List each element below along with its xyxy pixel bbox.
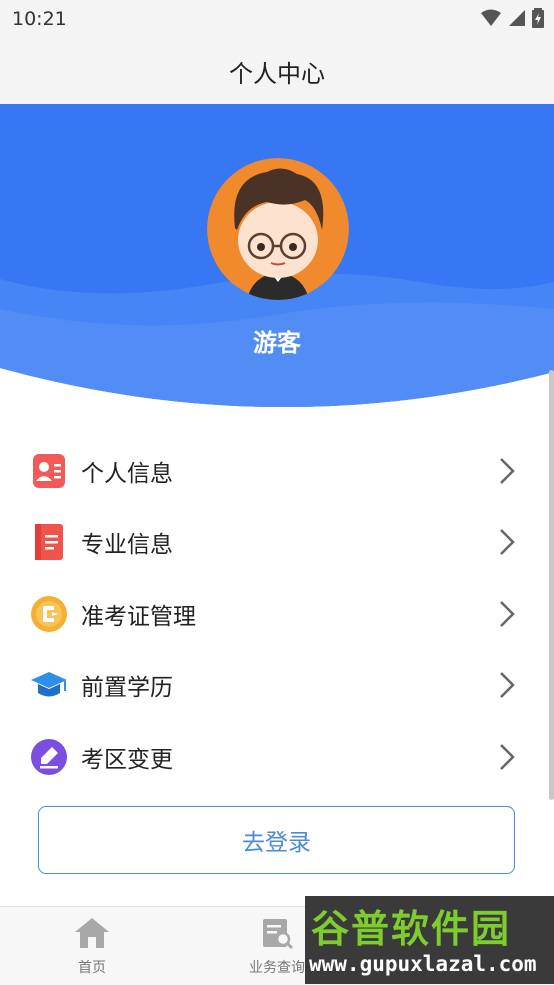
menu-item-prior-education[interactable]: 前置学历 [0, 650, 554, 722]
menu-item-personal-info[interactable]: 个人信息 [0, 435, 554, 507]
home-icon [75, 918, 109, 948]
menu-item-label: 考区变更 [81, 746, 173, 773]
watermark-logo: 谷普软件园 www.gupuxlazal.com [305, 896, 554, 984]
chevron-right-icon [500, 600, 515, 627]
chevron-right-icon [500, 672, 515, 699]
user-name: 游客 [253, 329, 301, 357]
search-document-icon [263, 919, 294, 949]
chevron-right-icon [500, 743, 515, 770]
status-bar: 10:21 [0, 0, 554, 38]
watermark-url: www.gupuxlazal.com [309, 952, 537, 976]
menu-item-major-info[interactable]: 专业信息 [0, 507, 554, 579]
wifi-icon [481, 9, 501, 26]
menu-item-label: 准考证管理 [81, 603, 196, 630]
status-time: 10:21 [12, 8, 67, 30]
tab-home[interactable]: 首页 [23, 907, 161, 985]
menu-item-admission-ticket[interactable]: 准考证管理 [0, 578, 554, 650]
id-card-icon [30, 452, 68, 490]
login-button[interactable]: 去登录 [38, 806, 515, 874]
menu-item-label: 个人信息 [81, 460, 173, 487]
watermark-title: 谷普软件园 [311, 907, 512, 951]
graduation-cap-icon [30, 666, 68, 704]
app-header: 个人中心 [0, 38, 554, 105]
status-icons [480, 8, 544, 28]
page-title: 个人中心 [229, 60, 325, 88]
admission-ticket-icon [30, 595, 68, 633]
book-icon [30, 523, 68, 561]
menu-item-label: 前置学历 [81, 675, 173, 702]
avatar[interactable] [207, 158, 349, 300]
tab-label: 首页 [78, 960, 106, 976]
pen-edit-icon [30, 738, 68, 776]
avatar-illustration [207, 158, 349, 300]
signal-icon [509, 10, 525, 26]
scrollbar[interactable] [549, 370, 554, 800]
menu-item-exam-area-change[interactable]: 考区变更 [0, 721, 554, 793]
chevron-right-icon [500, 529, 515, 556]
chevron-right-icon [500, 457, 515, 484]
menu-item-label: 专业信息 [81, 532, 173, 559]
menu-list: 个人信息 专业信息 准考证管理 前置学历 考区变更 [0, 435, 554, 793]
battery-icon [532, 8, 544, 28]
